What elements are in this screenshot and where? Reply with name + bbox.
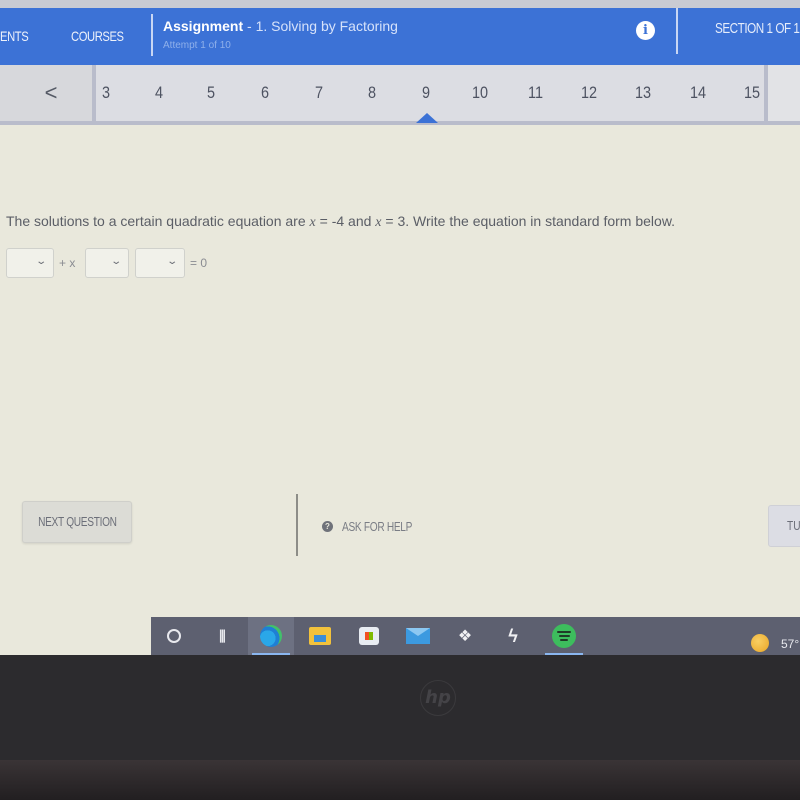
equals-zero: = 0 [190, 256, 208, 270]
chevron-down-icon: ⌄ [109, 256, 122, 267]
chevron-down-icon: ⌄ [165, 256, 178, 267]
lightning-icon: ϟ [508, 625, 518, 646]
question-number-9[interactable]: 9 [422, 83, 430, 103]
task-view-icon: ⫼ [219, 627, 226, 644]
hp-logo: hp [420, 680, 456, 716]
windows-taskbar: ⫼ ❖ ϟ [151, 617, 800, 655]
taskbar-spotify[interactable] [541, 617, 587, 655]
question-number-13[interactable]: 13 [635, 83, 651, 103]
prompt-instruction: . Write the equation in standard form be… [405, 213, 676, 229]
solution-1: = -4 [315, 213, 345, 229]
question-number-7[interactable]: 7 [315, 83, 323, 103]
question-number-12[interactable]: 12 [581, 83, 597, 103]
info-icon[interactable]: i [636, 21, 655, 40]
turn-in-label: TU [787, 518, 800, 533]
active-indicator [545, 653, 583, 655]
taskbar-dropbox[interactable]: ❖ [442, 617, 488, 655]
header-divider-2 [676, 8, 678, 54]
question-number-8[interactable]: 8 [368, 83, 376, 103]
spotify-icon [552, 624, 576, 648]
weather-sun-icon[interactable] [751, 634, 769, 652]
header-divider [151, 14, 153, 56]
dropdown-term-3[interactable]: ⌄ [135, 248, 185, 278]
taskbar-edge[interactable] [248, 617, 294, 655]
question-number-10[interactable]: 10 [472, 83, 488, 103]
ask-for-help-button[interactable]: ? ASK FOR HELP [322, 516, 432, 536]
assignment-title: Assignment - 1. Solving by Factoring [163, 18, 398, 34]
taskbar-bolt-app[interactable]: ϟ [490, 617, 536, 655]
ask-for-help-label: ASK FOR HELP [342, 518, 413, 534]
laptop-bezel [0, 760, 800, 800]
question-number-4[interactable]: 4 [155, 83, 163, 103]
question-prompt: The solutions to a certain quadratic equ… [6, 213, 675, 231]
nav-students[interactable]: ENTS [0, 28, 29, 44]
taskbar-mail[interactable] [395, 617, 441, 655]
taskbar-file-explorer[interactable] [297, 617, 343, 655]
turn-in-button[interactable]: TU [768, 505, 800, 547]
chevron-left-icon: < [44, 80, 58, 105]
help-icon: ? [322, 520, 333, 532]
weather-temperature[interactable]: 57° [781, 637, 799, 651]
current-question-indicator [416, 113, 438, 123]
next-question-label: NEXT QUESTION [37, 514, 117, 529]
next-question-button[interactable]: NEXT QUESTION [22, 501, 132, 543]
next-questions-button[interactable] [764, 65, 800, 121]
chevron-down-icon: ⌄ [34, 256, 47, 267]
section-indicator: SECTION 1 OF 1 [715, 20, 800, 37]
top-strip [0, 0, 800, 8]
question-number-15[interactable]: 15 [744, 83, 760, 103]
footer-divider [296, 494, 298, 556]
prompt-text: The solutions to a certain quadratic equ… [6, 213, 310, 229]
mail-icon [406, 628, 430, 644]
attempt-counter: Attempt 1 of 10 [163, 40, 231, 51]
taskbar-search[interactable] [151, 617, 197, 655]
taskbar-task-view[interactable]: ⫼ [199, 617, 245, 655]
question-number-14[interactable]: 14 [690, 83, 706, 103]
question-number-5[interactable]: 5 [207, 83, 215, 103]
term-plus-x: + x [59, 256, 76, 270]
edge-browser-icon [260, 625, 282, 647]
prompt-and: and [344, 213, 376, 229]
solution-2: = 3 [381, 213, 406, 229]
question-number-6[interactable]: 6 [261, 83, 269, 103]
dropdown-term-2[interactable]: ⌄ [85, 248, 129, 278]
dropbox-icon: ❖ [457, 628, 473, 645]
assignment-label: Assignment [163, 18, 244, 34]
active-indicator [252, 653, 290, 655]
search-circle-icon [167, 629, 181, 643]
store-icon [359, 627, 379, 645]
folder-icon [309, 627, 331, 645]
question-number-11[interactable]: 11 [528, 83, 543, 103]
dropdown-term-1[interactable]: ⌄ [6, 248, 54, 278]
question-number-3[interactable]: 3 [102, 83, 110, 103]
prev-questions-button[interactable]: < [0, 65, 96, 121]
app-header: ENTS COURSES Assignment - 1. Solving by … [0, 8, 800, 65]
nav-courses[interactable]: COURSES [71, 28, 124, 44]
taskbar-store[interactable] [346, 617, 392, 655]
assignment-name: - 1. Solving by Factoring [243, 18, 398, 34]
question-navigator: < 3 4 5 6 7 8 9 10 11 12 13 14 15 [0, 65, 800, 125]
screen: ENTS COURSES Assignment - 1. Solving by … [0, 0, 800, 655]
